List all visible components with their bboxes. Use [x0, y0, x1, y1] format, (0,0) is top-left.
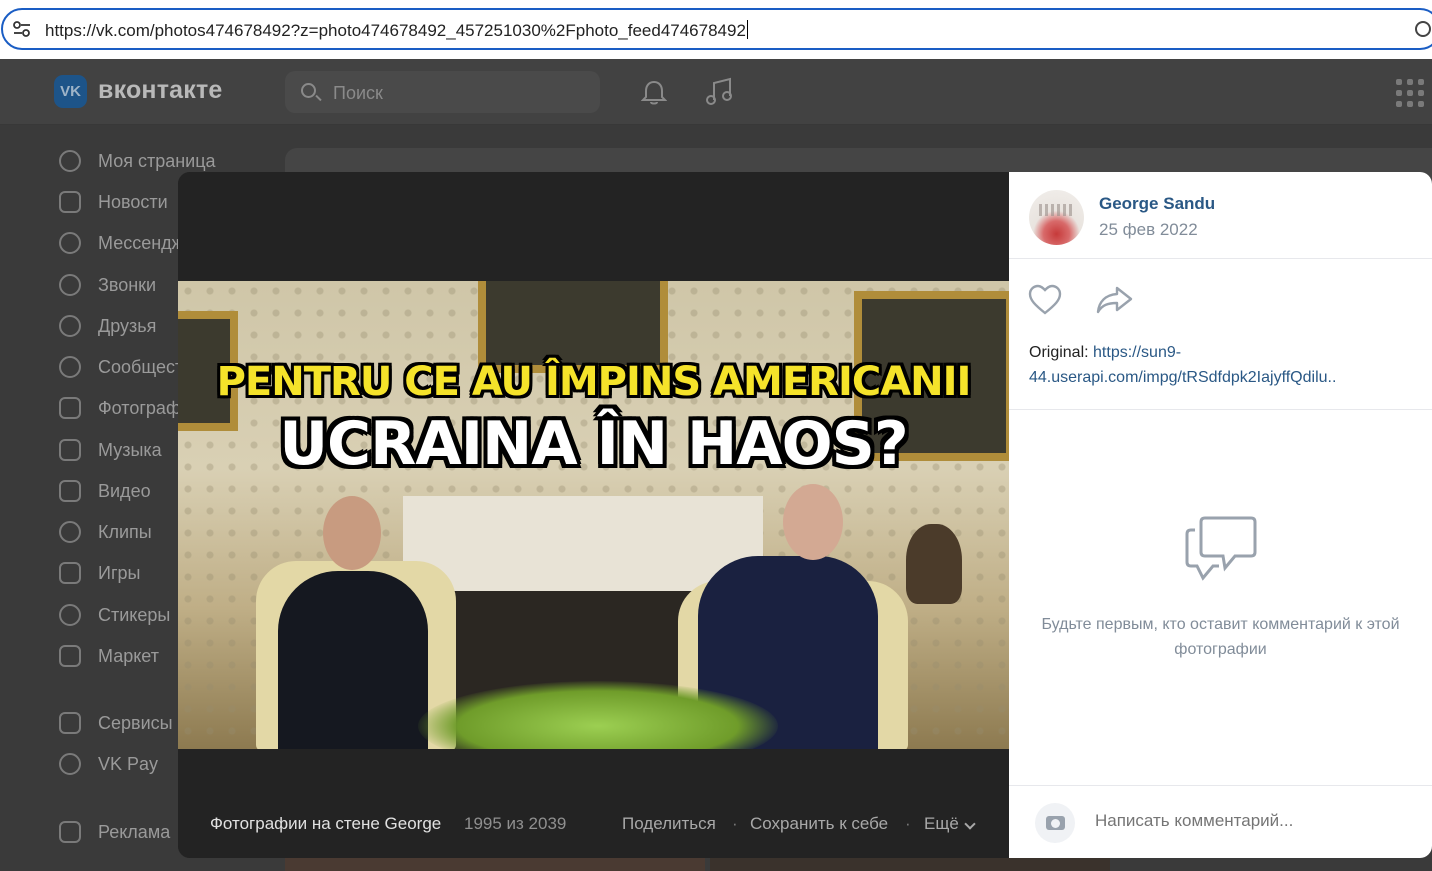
- post-date[interactable]: 25 фев 2022: [1099, 220, 1198, 240]
- chevron-down-icon[interactable]: [964, 818, 976, 830]
- sidebar-item-label: Стикеры: [98, 605, 171, 625]
- author-name[interactable]: George Sandu: [1099, 194, 1215, 214]
- empty-comments-text: Будьте первым, кто оставит комментарий к…: [1041, 616, 1400, 658]
- empty-comments-state: Будьте первым, кто оставит комментарий к…: [1009, 512, 1432, 662]
- photo-image[interactable]: PENTRU CE AU ÎMPINS AMERICANII UCRAINA Î…: [178, 281, 1009, 749]
- url-text[interactable]: https://vk.com/photos474678492?z=photo47…: [45, 20, 748, 41]
- more-button[interactable]: Ещё: [924, 814, 959, 834]
- music-icon: [59, 439, 81, 461]
- sidebar-item-label: Друзья: [98, 316, 157, 336]
- photo-counter: 1995 из 2039: [464, 814, 567, 833]
- avatar[interactable]: [1029, 190, 1084, 245]
- search-icon: [301, 83, 316, 98]
- ads-icon: [59, 821, 81, 843]
- photos-icon: [59, 397, 81, 419]
- sidebar-item-label: VK Pay: [98, 754, 159, 774]
- album-link[interactable]: Фотографии на стене George: [210, 814, 441, 834]
- photo-headline-line2: UCRAINA ÎN HAOS?: [279, 409, 908, 479]
- photo-pane: PENTRU CE AU ÎMPINS AMERICANII UCRAINA Î…: [178, 172, 1009, 858]
- sidebar-item-label: Моя страница: [98, 151, 216, 171]
- actions-block: Original: https://sun9-44.userapi.com/im…: [1009, 260, 1432, 410]
- photo-description: Original: https://sun9-44.userapi.com/im…: [1029, 340, 1419, 390]
- sidebar-item-label: Реклама: [98, 822, 171, 842]
- heart-icon[interactable]: [1027, 282, 1063, 318]
- comment-bar: [1009, 785, 1432, 858]
- feed-photo-thumb: [285, 857, 705, 871]
- friends-icon: [59, 315, 81, 337]
- tune-icon[interactable]: [13, 21, 31, 37]
- vk-header: VK вконтакте Поиск: [0, 59, 1432, 125]
- sidebar-item-label: Звонки: [98, 275, 157, 295]
- apps-grid-icon[interactable]: [1396, 79, 1424, 107]
- phone-icon: [59, 274, 81, 296]
- communities-icon: [59, 356, 81, 378]
- share-button[interactable]: Поделиться: [622, 814, 716, 834]
- viewer-footer: Фотографии на стене George 1995 из 2039 …: [178, 802, 1009, 846]
- messenger-icon: [59, 232, 81, 254]
- original-label: Original:: [1029, 344, 1089, 361]
- person-left-head: [323, 496, 381, 570]
- photo-headline-line1: PENTRU CE AU ÎMPINS AMERICANII: [216, 359, 972, 405]
- sidebar-item-label: Игры: [98, 563, 141, 583]
- avatar-scribble: [1039, 204, 1075, 216]
- search-box[interactable]: Поиск: [285, 71, 600, 113]
- bell-icon[interactable]: [641, 79, 667, 106]
- camera-icon[interactable]: [1035, 803, 1075, 843]
- services-icon: [59, 712, 81, 734]
- sidebar-item-label: Музыка: [98, 440, 162, 460]
- games-icon: [59, 562, 81, 584]
- separator-dot: ·: [732, 814, 738, 833]
- vk-logo-icon[interactable]: VK: [54, 75, 87, 108]
- news-icon: [59, 191, 81, 213]
- profile-icon: [59, 150, 81, 172]
- camera-lens: [1051, 819, 1060, 828]
- photo-viewer: PENTRU CE AU ÎMPINS AMERICANII UCRAINA Î…: [178, 172, 1432, 858]
- feed-photo-thumb: [710, 857, 1110, 871]
- address-bar[interactable]: https://vk.com/photos474678492?z=photo47…: [1, 8, 1432, 50]
- save-button[interactable]: Сохранить к себе: [750, 814, 888, 834]
- share-arrow-icon[interactable]: [1095, 282, 1135, 318]
- sidebar-item-label: Сервисы: [98, 713, 173, 733]
- person-left: [278, 571, 428, 749]
- market-icon: [59, 645, 81, 667]
- search-placeholder: Поиск: [333, 83, 383, 103]
- sidebar-item-label: Видео: [98, 481, 151, 501]
- lens-icon[interactable]: [1415, 21, 1431, 37]
- sidebar-item-label: Новости: [98, 192, 168, 212]
- clips-icon: [59, 521, 81, 543]
- author-block: George Sandu 25 фев 2022: [1009, 172, 1432, 259]
- photo-info-panel: George Sandu 25 фев 2022 Original: https…: [1009, 172, 1432, 858]
- bust-statue: [906, 524, 962, 604]
- comment-input[interactable]: [1095, 811, 1415, 831]
- person-right-head: [783, 484, 843, 560]
- comments-icon: [1185, 516, 1256, 581]
- browser-toolbar: https://vk.com/photos474678492?z=photo47…: [0, 0, 1432, 59]
- vkpay-icon: [59, 753, 81, 775]
- sidebar-item-label: Маркет: [98, 646, 159, 666]
- stickers-icon: [59, 604, 81, 626]
- separator-dot: ·: [905, 814, 911, 833]
- music-icon[interactable]: [704, 77, 734, 107]
- vk-brand-name[interactable]: вконтакте: [98, 76, 223, 105]
- video-icon: [59, 480, 81, 502]
- sidebar-item-label: Клипы: [98, 522, 152, 542]
